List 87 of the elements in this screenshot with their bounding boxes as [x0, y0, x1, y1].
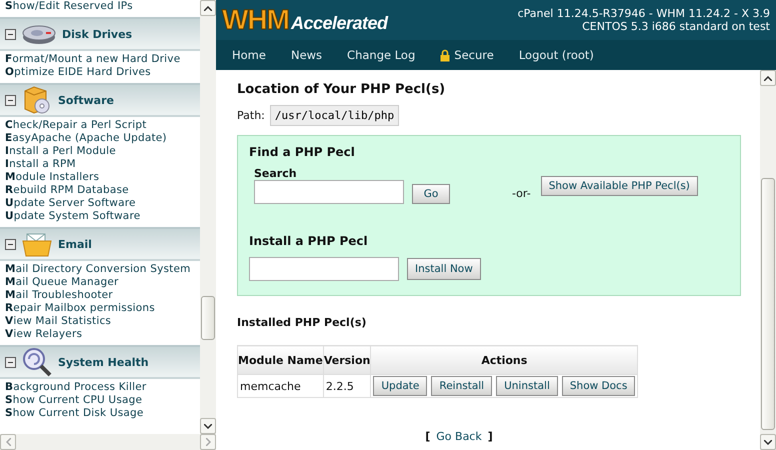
scrollbar-thumb[interactable]: [761, 178, 775, 430]
search-label: Search: [254, 167, 298, 180]
sidebar-link[interactable]: Show Current Disk Usage: [5, 407, 195, 420]
sidebar-link[interactable]: Update System Software: [5, 210, 195, 223]
column-header: Version: [323, 346, 371, 374]
content-scrollbar[interactable]: [760, 70, 776, 450]
sidebar-link[interactable]: Repair Mailbox permissions: [5, 302, 195, 315]
nav-link[interactable]: Secure: [440, 48, 494, 62]
sidebar-link[interactable]: Mail Queue Manager: [5, 276, 195, 289]
bracket: [: [425, 430, 430, 443]
sidebar-link[interactable]: Update Server Software: [5, 197, 195, 210]
search-field[interactable]: [254, 180, 404, 204]
sidebar-link[interactable]: Show Current CPU Usage: [5, 394, 195, 407]
go-back-link[interactable]: Go Back: [436, 430, 482, 443]
nav-link[interactable]: Home: [232, 48, 266, 62]
sidebar-link[interactable]: Show/Edit Reserved IPs: [5, 0, 195, 13]
action-button[interactable]: Uninstall: [496, 376, 558, 396]
software-box-icon: [22, 85, 52, 115]
sidebar-link[interactable]: Mail Directory Conversion System: [5, 263, 195, 276]
collapse-icon[interactable]: [5, 238, 16, 250]
sidebar-link[interactable]: Install a RPM: [5, 158, 195, 171]
table-cell: 2.2.5: [323, 374, 371, 398]
logo-mark: WHM: [222, 4, 289, 36]
section-title: Email: [58, 238, 92, 250]
sidebar-scrollbar[interactable]: [200, 0, 216, 434]
scroll-down-button[interactable]: [200, 418, 216, 434]
collapse-icon[interactable]: [5, 28, 16, 40]
magnifier-icon: [22, 347, 52, 377]
sidebar-link[interactable]: Module Installers: [5, 171, 195, 184]
sidebar-link[interactable]: EasyApache (Apache Update): [5, 132, 195, 145]
section-header[interactable]: Software: [0, 83, 200, 117]
mail-folder-icon: [22, 231, 52, 257]
table-cell: memcache: [238, 374, 324, 398]
section-title: System Health: [58, 356, 149, 368]
or-separator: -or-: [512, 187, 531, 200]
nav-link[interactable]: Logout (root): [518, 48, 594, 62]
logo-wordmark: Accelerated: [290, 13, 388, 34]
action-button[interactable]: Update: [373, 376, 428, 396]
caret-up-icon: [764, 76, 772, 80]
hard-drive-icon: [22, 23, 56, 45]
caret-down-icon: [204, 424, 212, 428]
sidebar-link[interactable]: Background Process Killer: [5, 381, 195, 394]
sidebar-link[interactable]: Install a Perl Module: [5, 145, 195, 158]
section-title: Disk Drives: [62, 28, 132, 40]
caret-right-icon: [206, 438, 210, 446]
horizontal-scrollbar[interactable]: [0, 434, 216, 450]
path-label: Path:: [237, 109, 265, 122]
sidebar-link[interactable]: View Mail Statistics: [5, 315, 195, 328]
scroll-down-button[interactable]: [760, 434, 776, 450]
collapse-icon[interactable]: [5, 94, 16, 106]
bracket: ]: [488, 430, 493, 443]
action-button[interactable]: Show Docs: [562, 376, 636, 396]
version-info: cPanel 11.24.5-R37946 - WHM 11.24.2 - X 3.9: [518, 7, 770, 20]
sidebar-link[interactable]: Format/Mount a new Hard Drive: [5, 53, 195, 66]
column-header: Module Name: [238, 346, 324, 374]
nav-link[interactable]: Change Log: [347, 48, 416, 62]
section-header[interactable]: System Health: [0, 345, 200, 379]
sidebar-link[interactable]: Rebuild RPM Database: [5, 184, 195, 197]
scroll-left-button[interactable]: [0, 434, 16, 450]
version-info: CENTOS 5.3 i686 standard on test: [582, 20, 770, 33]
sidebar-link[interactable]: Mail Troubleshooter: [5, 289, 195, 302]
section-heading: Location of Your PHP Pecl(s): [237, 82, 446, 97]
sidebar-link[interactable]: View Relayers: [5, 328, 195, 341]
scrollbar-thumb[interactable]: [201, 296, 215, 340]
show-available-button[interactable]: Show Available PHP Pecl(s): [540, 176, 698, 196]
caret-up-icon: [204, 6, 212, 10]
path-value: /usr/local/lib/php: [270, 105, 400, 126]
padlock-icon: [440, 48, 450, 62]
section-header[interactable]: Disk Drives: [0, 17, 200, 51]
collapse-icon[interactable]: [5, 356, 16, 368]
action-button[interactable]: Reinstall: [431, 376, 492, 396]
sidebar-link[interactable]: Check/Repair a Perl Script: [5, 119, 195, 132]
section-heading: Installed PHP Pecl(s): [237, 316, 368, 329]
section-title: Software: [58, 94, 114, 106]
panel-heading: Install a PHP Pecl: [249, 234, 369, 248]
go-button[interactable]: Go: [412, 184, 450, 204]
caret-down-icon: [764, 440, 772, 444]
install-field[interactable]: [249, 257, 399, 281]
panel-heading: Find a PHP Pecl: [249, 145, 356, 159]
install-now-button[interactable]: Install Now: [407, 258, 481, 280]
section-header[interactable]: Email: [0, 227, 200, 261]
nav-link[interactable]: News: [290, 48, 322, 62]
scroll-up-button[interactable]: [760, 70, 776, 86]
scroll-up-button[interactable]: [200, 0, 216, 16]
caret-left-icon: [6, 438, 10, 446]
column-header: Actions: [370, 346, 638, 374]
sidebar-link[interactable]: Optimize EIDE Hard Drives: [5, 66, 195, 79]
